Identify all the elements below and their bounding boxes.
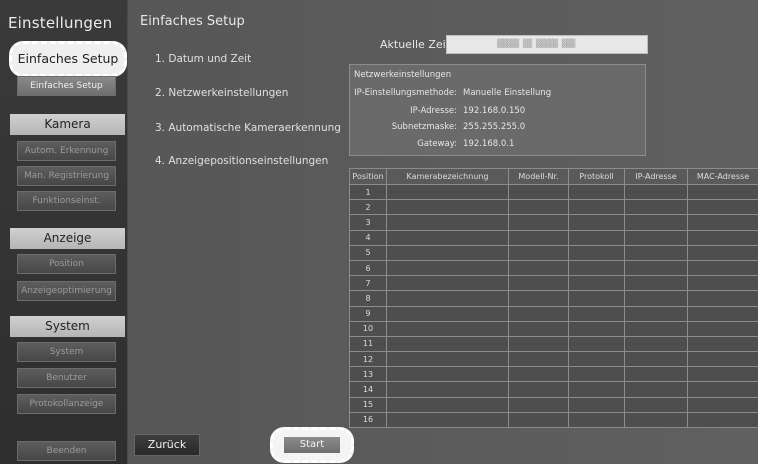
col-position: Position bbox=[349, 168, 387, 185]
camera-table: Position Kamerabezeichnung Modell-Nr. Pr… bbox=[349, 168, 758, 429]
table-row[interactable]: 16 bbox=[349, 411, 758, 429]
current-time-field: ▓▓▓▓▓ ▓▓ ▓▓▓▓▓ ▓▓▓ bbox=[446, 35, 648, 54]
table-row[interactable]: 9 bbox=[349, 305, 758, 322]
table-row[interactable]: 10 bbox=[349, 320, 758, 337]
sidebar-item-display-optimization[interactable]: Anzeigeoptimierung bbox=[17, 281, 116, 301]
step-date-time: 1. Datum und Zeit bbox=[155, 53, 252, 65]
position-cell: 7 bbox=[349, 275, 387, 292]
start-button-highlight: Start bbox=[270, 427, 354, 463]
sidebar-section-kamera: Kamera bbox=[10, 114, 125, 135]
sidebar: Einstellungen Einfaches Setup Einfaches … bbox=[0, 0, 127, 464]
table-row[interactable]: 5 bbox=[349, 244, 758, 261]
sidebar-section-anzeige: Anzeige bbox=[10, 228, 125, 249]
table-row[interactable]: 4 bbox=[349, 229, 758, 246]
table-row[interactable]: 8 bbox=[349, 290, 758, 307]
table-row[interactable]: 11 bbox=[349, 335, 758, 353]
sidebar-item-einfaches-setup[interactable]: Einfaches Setup bbox=[17, 76, 116, 96]
sidebar-item-users[interactable]: Benutzer bbox=[17, 368, 116, 388]
sidebar-item-position[interactable]: Position bbox=[17, 254, 116, 274]
table-row[interactable]: 6 bbox=[349, 259, 758, 277]
position-cell: 4 bbox=[349, 229, 387, 246]
subnet-label: Subnetzmaske: bbox=[391, 122, 457, 132]
subnet-value: 255.255.255.0 bbox=[463, 122, 526, 132]
position-cell: 5 bbox=[349, 244, 387, 261]
position-cell: 16 bbox=[349, 411, 387, 429]
position-cell: 13 bbox=[349, 366, 387, 383]
position-cell: 6 bbox=[349, 259, 387, 277]
table-row[interactable]: 15 bbox=[349, 396, 758, 413]
sidebar-section-system: System bbox=[10, 316, 125, 337]
col-protocol: Protokoll bbox=[568, 168, 625, 185]
sidebar-item-manual-registration[interactable]: Man. Registrierung bbox=[17, 166, 116, 186]
step-network: 2. Netzwerkeinstellungen bbox=[155, 87, 289, 99]
col-camera-name: Kamerabezeichnung bbox=[386, 168, 509, 185]
sidebar-item-log-view[interactable]: Protokollanzeige bbox=[17, 394, 116, 414]
camera-table-header: Position Kamerabezeichnung Modell-Nr. Pr… bbox=[349, 168, 758, 185]
table-row[interactable]: 14 bbox=[349, 381, 758, 398]
back-button[interactable]: Zurück bbox=[134, 434, 200, 456]
position-cell: 9 bbox=[349, 305, 387, 322]
sidebar-title: Einstellungen bbox=[8, 14, 113, 32]
current-time-value: ▓▓▓▓▓ ▓▓ ▓▓▓▓▓ ▓▓▓ bbox=[497, 39, 575, 48]
ip-method-value: Manuelle Einstellung bbox=[463, 88, 552, 98]
sidebar-item-einfaches-setup-highlight[interactable]: Einfaches Setup bbox=[9, 41, 127, 77]
table-row[interactable]: 2 bbox=[349, 199, 758, 216]
position-cell: 14 bbox=[349, 381, 387, 398]
ip-address-value: 192.168.0.150 bbox=[463, 106, 526, 116]
position-cell: 8 bbox=[349, 290, 387, 307]
position-cell: 11 bbox=[349, 335, 387, 353]
table-row[interactable]: 3 bbox=[349, 214, 758, 231]
step-camera-detection: 3. Automatische Kameraerkennung bbox=[155, 122, 341, 134]
position-cell: 15 bbox=[349, 396, 387, 413]
page-title: Einfaches Setup bbox=[140, 14, 245, 29]
position-cell: 2 bbox=[349, 199, 387, 216]
sidebar-item-function-settings[interactable]: Funktionseinst. bbox=[17, 191, 116, 211]
position-cell: 12 bbox=[349, 351, 387, 368]
table-row[interactable]: 13 bbox=[349, 366, 758, 383]
table-row[interactable]: 1 bbox=[349, 183, 758, 201]
gateway-value: 192.168.0.1 bbox=[463, 139, 515, 149]
col-mac-address: MAC-Adresse bbox=[687, 168, 758, 185]
start-button[interactable]: Start bbox=[284, 437, 340, 453]
step-display-position: 4. Anzeigepositionseinstellungen bbox=[155, 155, 329, 167]
network-settings-panel: Netzwerkeinstellungen IP-Einstellungsmet… bbox=[349, 64, 646, 156]
current-time-label: Aktuelle Zeit bbox=[380, 38, 450, 51]
position-cell: 10 bbox=[349, 320, 387, 337]
col-model-no: Modell-Nr. bbox=[508, 168, 569, 185]
col-ip-address: IP-Adresse bbox=[624, 168, 688, 185]
ip-address-label: IP-Adresse: bbox=[410, 106, 457, 116]
table-row[interactable]: 12 bbox=[349, 351, 758, 368]
sidebar-item-auto-detect[interactable]: Autom. Erkennung bbox=[17, 141, 116, 161]
position-cell: 1 bbox=[349, 183, 387, 201]
ip-method-label: IP-Einstellungsmethode: bbox=[354, 88, 457, 98]
exit-button[interactable]: Beenden bbox=[17, 441, 116, 461]
sidebar-item-system[interactable]: System bbox=[17, 342, 116, 362]
table-row[interactable]: 7 bbox=[349, 275, 758, 292]
network-settings-title: Netzwerkeinstellungen bbox=[354, 70, 452, 80]
gateway-label: Gateway: bbox=[417, 139, 457, 149]
position-cell: 3 bbox=[349, 214, 387, 231]
